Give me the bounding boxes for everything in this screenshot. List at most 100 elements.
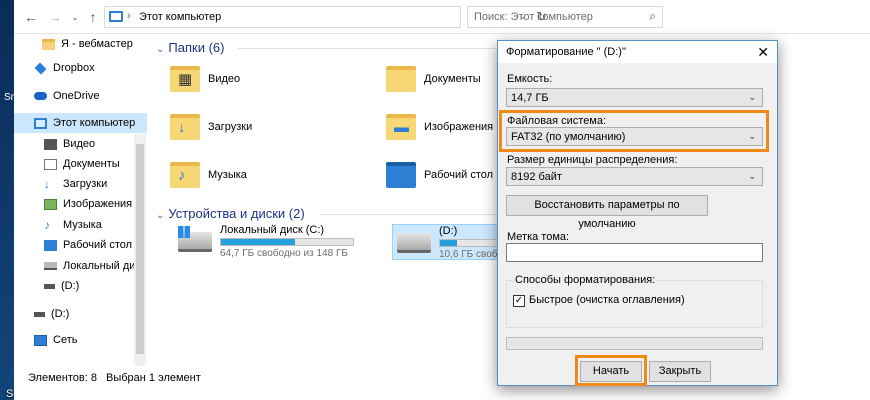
filesystem-highlight-frame bbox=[499, 110, 769, 152]
format-dialog: Форматирование " (D:)" ✕ Емкость: 14,7 Г… bbox=[497, 40, 778, 386]
drive-icon bbox=[44, 283, 55, 289]
sidebar-item-music[interactable]: ♪ Музыка bbox=[14, 215, 147, 235]
address-bar[interactable]: › Этот компьютер ⌄ ↻ bbox=[104, 6, 547, 28]
chevron-down-icon: ⌄ bbox=[156, 210, 165, 221]
search-input[interactable]: Поиск: Этот компьютер ⌕ bbox=[467, 6, 663, 28]
this-pc-icon bbox=[34, 117, 47, 129]
drive-icon bbox=[397, 233, 431, 253]
network-icon bbox=[34, 334, 47, 346]
capacity-label: Емкость: bbox=[507, 73, 553, 85]
dialog-title: Форматирование " (D:)" bbox=[506, 46, 626, 58]
sidebar-item-local-disk[interactable]: Локальный дис bbox=[14, 256, 147, 276]
folder-music[interactable]: ♪ Музыка bbox=[170, 160, 247, 190]
selection-count: Выбран 1 элемент bbox=[106, 372, 201, 384]
sidebar-scrollbar[interactable] bbox=[134, 134, 146, 366]
group-divider bbox=[238, 48, 498, 49]
sidebar-item-webmaster[interactable]: Я - вебмастер bbox=[14, 34, 147, 54]
sidebar-item-pictures[interactable]: Изображения bbox=[14, 194, 147, 214]
chevron-down-icon: ⌄ bbox=[156, 44, 165, 55]
group-divider bbox=[320, 214, 498, 215]
group-header-devices[interactable]: ⌄ Устройства и диски (2) bbox=[156, 206, 305, 221]
drive-c-name: Локальный диск (C:) bbox=[220, 224, 325, 236]
music-note-icon: ♪ bbox=[178, 167, 186, 184]
breadcrumb-chevron-icon[interactable]: › bbox=[127, 10, 131, 22]
item-count: Элементов: 8 bbox=[28, 372, 97, 384]
navigation-bar: ← → ⌄ ↑ › Этот компьютер ⌄ ↻ Поиск: Этот… bbox=[14, 0, 870, 34]
desktop-folder-icon bbox=[386, 162, 416, 188]
drive-d-name: (D:) bbox=[439, 225, 458, 237]
drive-d[interactable]: (D:) 10,6 ГБ свободно из 14,6 ГБ bbox=[392, 224, 570, 260]
music-icon: ♪ bbox=[44, 217, 50, 232]
downloads-icon: ↓ bbox=[44, 176, 50, 191]
drive-icon bbox=[34, 311, 45, 317]
folder-desktop[interactable]: Рабочий стол bbox=[386, 160, 493, 190]
sidebar-item-documents[interactable]: Документы bbox=[14, 154, 147, 174]
search-placeholder: Поиск: Этот компьютер bbox=[474, 11, 593, 23]
capacity-value: 14,7 ГБ bbox=[511, 92, 549, 104]
volume-label-label: Метка тома: bbox=[507, 231, 570, 243]
dropbox-icon bbox=[34, 62, 47, 74]
folder-icon bbox=[42, 38, 55, 50]
quick-format-label[interactable]: Быстрое (очистка оглавления) bbox=[529, 294, 685, 306]
search-icon: ⌕ bbox=[649, 9, 656, 23]
film-icon: ▦ bbox=[178, 71, 193, 88]
dialog-titlebar: Форматирование " (D:)" ✕ bbox=[498, 41, 777, 63]
local-disk-icon bbox=[44, 262, 57, 270]
documents-folder-icon bbox=[386, 66, 416, 92]
sidebar-item-onedrive[interactable]: OneDrive bbox=[14, 86, 147, 106]
pictures-icon bbox=[44, 198, 57, 210]
sidebar-item-video[interactable]: Видео bbox=[14, 134, 147, 154]
content-pane: ⌄ Папки (6) ▦ Видео Документы ↓ Загрузки ▬ И… bbox=[148, 34, 570, 366]
sidebar-item-drive-d[interactable]: (D:) bbox=[14, 276, 147, 296]
chevron-down-icon: ⌄ bbox=[748, 171, 756, 181]
drive-c[interactable]: Локальный диск (C:) 64,7 ГБ свободно из … bbox=[174, 224, 374, 260]
sidebar-item-network[interactable]: Сеть bbox=[14, 330, 147, 350]
sidebar-item-downloads[interactable]: ↓ Загрузки bbox=[14, 174, 147, 194]
capacity-select[interactable]: 14,7 ГБ ⌄ bbox=[506, 88, 763, 107]
sidebar-item-drive-d-root[interactable]: (D:) bbox=[14, 304, 147, 324]
sidebar-item-desktop[interactable]: Рабочий стол bbox=[14, 235, 147, 255]
format-options-group: Способы форматирования: ✓ Быстрое (очист… bbox=[506, 274, 763, 328]
start-highlight-frame bbox=[575, 355, 647, 386]
desktop-icon bbox=[44, 239, 57, 251]
status-bar: Элементов: 8 Выбран 1 элемент bbox=[14, 368, 504, 388]
back-arrow-icon[interactable]: ← bbox=[22, 8, 40, 26]
forward-arrow-icon[interactable]: → bbox=[46, 8, 64, 26]
picture-icon: ▬ bbox=[394, 119, 409, 136]
close-button[interactable]: Закрыть bbox=[649, 361, 711, 382]
navigation-pane: Я - вебмастер Dropbox OneDrive Этот комп… bbox=[14, 34, 147, 366]
this-pc-icon bbox=[109, 11, 123, 22]
chevron-down-icon: ⌄ bbox=[748, 92, 756, 102]
address-path: Этот компьютер bbox=[139, 11, 222, 23]
group-header-folders[interactable]: ⌄ Папки (6) bbox=[156, 40, 224, 55]
folder-downloads[interactable]: ↓ Загрузки bbox=[170, 112, 252, 142]
local-disk-icon bbox=[178, 226, 212, 252]
drive-d-usage-fill bbox=[440, 240, 458, 246]
sidebar-item-this-pc[interactable]: Этот компьютер bbox=[14, 113, 147, 133]
volume-label-input[interactable] bbox=[506, 243, 763, 262]
drive-c-free-space: 64,7 ГБ свободно из 148 ГБ bbox=[220, 248, 348, 259]
scrollbar-thumb[interactable] bbox=[136, 144, 144, 354]
onedrive-icon bbox=[34, 92, 47, 100]
folder-documents[interactable]: Документы bbox=[386, 64, 481, 94]
cluster-size-value: 8192 байт bbox=[511, 171, 562, 183]
restore-defaults-button[interactable]: Восстановить параметры по умолчанию bbox=[506, 195, 708, 230]
video-icon bbox=[44, 138, 57, 150]
drive-c-usage-fill bbox=[221, 239, 295, 245]
sidebar-item-dropbox[interactable]: Dropbox bbox=[14, 58, 147, 78]
drive-d-usage-bar bbox=[439, 239, 505, 247]
close-icon[interactable]: ✕ bbox=[757, 44, 769, 61]
format-progress-bar bbox=[506, 337, 763, 350]
download-arrow-icon: ↓ bbox=[178, 119, 186, 136]
quick-format-checkbox[interactable]: ✓ bbox=[513, 295, 525, 307]
windows-logo-icon bbox=[178, 226, 190, 238]
folder-video[interactable]: ▦ Видео bbox=[170, 64, 240, 94]
drive-c-usage-bar bbox=[220, 238, 354, 246]
up-arrow-icon[interactable]: ↑ bbox=[84, 8, 102, 26]
cluster-size-label: Размер единицы распределения: bbox=[507, 154, 678, 166]
folder-pictures[interactable]: ▬ Изображения bbox=[386, 112, 493, 142]
format-options-label: Способы форматирования: bbox=[513, 274, 658, 286]
recent-dropdown-icon[interactable]: ⌄ bbox=[66, 8, 84, 26]
documents-icon bbox=[44, 158, 57, 170]
cluster-size-select[interactable]: 8192 байт ⌄ bbox=[506, 167, 763, 186]
